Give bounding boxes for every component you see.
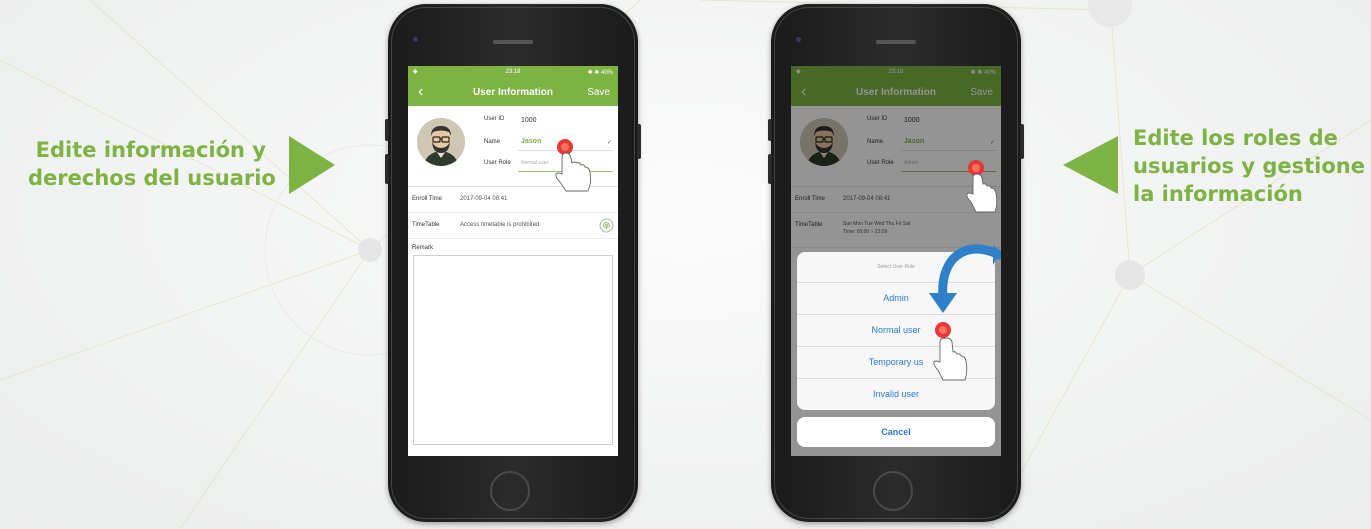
user-id-value: 1000 (521, 117, 537, 124)
fingerprint-icon[interactable] (599, 218, 614, 233)
remark-textarea[interactable] (413, 255, 613, 445)
pointing-hand-icon (555, 139, 592, 192)
right-caption: Edite los roles de usuarios y gestione l… (1133, 124, 1365, 208)
enroll-time-value: 2017-09-04 08:41 (460, 196, 508, 202)
home-button[interactable] (873, 471, 913, 511)
checkmark-icon: ✓ (607, 140, 613, 146)
nav-bar: ‹ User Information Save (408, 79, 618, 106)
front-camera (413, 37, 418, 42)
curved-arrow-icon (929, 244, 1001, 313)
phone-mockup-left: ◆ 23:18 ✱ ✱ 40% ‹ User Information Save (385, 4, 641, 522)
status-time: 23:18 (505, 69, 521, 75)
name-label: Name (484, 139, 501, 145)
pointing-hand-icon (933, 322, 968, 381)
background-network (0, 0, 1371, 529)
screen-right: ◆ 23:18 ✱ ✱ 40% ‹ User Information Save (791, 66, 1001, 456)
status-bar: ◆ 23:18 ✱ ✱ 40% (408, 66, 618, 79)
left-caption-line-1: Edite información y (35, 138, 266, 162)
status-battery: ✱ ✱ 40% (587, 70, 613, 76)
right-caption-line-1: Edite los roles de (1133, 126, 1338, 150)
left-caption: Edite información y derechos del usuario (28, 136, 276, 192)
timetable-value: Access timetable is prohibited (460, 222, 540, 228)
phone-mockup-right: ◆ 23:18 ✱ ✱ 40% ‹ User Information Save (768, 4, 1024, 522)
save-button[interactable]: Save (587, 87, 610, 98)
front-camera (796, 37, 801, 42)
remark-label: Remark (412, 245, 434, 251)
right-pointing-triangle-icon (289, 136, 335, 194)
home-button[interactable] (490, 471, 530, 511)
timetable-label: TimeTable (412, 222, 440, 228)
avatar[interactable] (417, 118, 465, 166)
timetable-row[interactable]: TimeTable Access timetable is prohibited (408, 213, 618, 239)
pointing-hand-icon (966, 160, 998, 213)
right-caption-line-3: la información (1133, 182, 1303, 206)
earpiece-speaker (493, 40, 533, 44)
screen-left: ◆ 23:18 ✱ ✱ 40% ‹ User Information Save (408, 66, 618, 456)
name-field[interactable]: Jason (521, 138, 541, 145)
left-pointing-triangle-icon (1063, 136, 1118, 194)
user-role-field[interactable]: Normal user (521, 160, 548, 166)
user-id-label: User ID (484, 116, 505, 122)
enroll-time-label: Enroll Time (412, 196, 443, 202)
right-caption-line-2: usuarios y gestione (1133, 154, 1365, 178)
earpiece-speaker (876, 40, 916, 44)
cancel-button[interactable]: Cancel (797, 417, 995, 447)
left-caption-line-2: derechos del usuario (28, 166, 276, 190)
user-role-label: User Role (484, 160, 511, 166)
